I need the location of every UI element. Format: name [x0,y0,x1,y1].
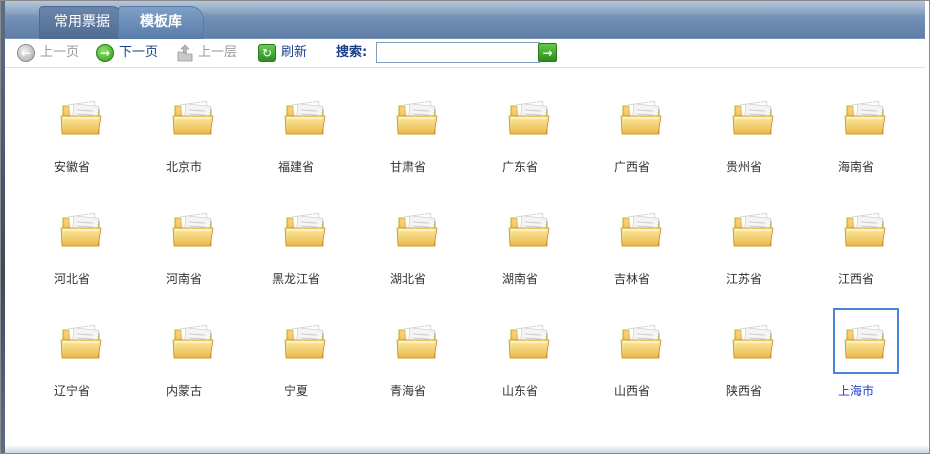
folder-icon [732,324,774,359]
folder-item[interactable]: 江西省 [800,192,912,304]
folder-item[interactable]: 江苏省 [688,192,800,304]
folder-item[interactable]: 甘肃省 [352,80,464,192]
folder-label: 河北省 [53,272,90,286]
folder-icon [60,212,102,247]
up-level-button[interactable]: 上一层 [176,42,237,64]
tab-bar: 常用票据 模板库 [5,1,925,40]
folder-label: 海南省 [837,160,874,174]
app-window: 常用票据 模板库 ← 上一页 → 下一页 上一层 ↻ 刷新 搜索: → 安徽省 … [0,0,930,454]
folder-label: 湖南省 [501,272,538,286]
folder-item[interactable]: 北京市 [128,80,240,192]
folder-icon [60,100,102,135]
folder-icon [172,212,214,247]
folder-icon [60,324,102,359]
folder-icon [396,100,438,135]
folder-icon [508,100,550,135]
folder-item[interactable]: 贵州省 [688,80,800,192]
folder-label: 宁夏 [283,384,308,398]
folder-icon [396,212,438,247]
folder-label: 福建省 [277,160,314,174]
folder-label: 河南省 [165,272,202,286]
folder-label: 上海市 [837,384,874,398]
next-page-label: 下一页 [119,45,159,60]
folder-icon [732,212,774,247]
arrow-left-icon: ← [17,44,35,62]
folder-item[interactable]: 青海省 [352,304,464,416]
folder-icon [844,324,886,359]
arrow-right-icon: → [96,44,114,62]
folder-item[interactable]: 广西省 [576,80,688,192]
next-page-button[interactable]: → 下一页 [96,42,158,64]
folder-item[interactable]: 内蒙古 [128,304,240,416]
folder-icon [284,212,326,247]
prev-page-label: 上一页 [40,45,80,60]
folder-icon [172,100,214,135]
folder-icon [620,100,662,135]
folder-label: 山东省 [501,384,538,398]
folder-item[interactable]: 吉林省 [576,192,688,304]
folder-label: 江西省 [837,272,874,286]
folder-item[interactable]: 辽宁省 [16,304,128,416]
folder-label: 山西省 [613,384,650,398]
folder-item[interactable]: 湖北省 [352,192,464,304]
folder-item[interactable]: 山西省 [576,304,688,416]
folder-icon [844,100,886,135]
folder-item[interactable]: 山东省 [464,304,576,416]
window-bottom-shadow [5,445,929,453]
folder-icon [172,324,214,359]
folder-label: 贵州省 [725,160,762,174]
refresh-label: 刷新 [281,45,308,60]
folder-icon [284,100,326,135]
folder-icon [396,324,438,359]
folder-item[interactable]: 湖南省 [464,192,576,304]
folder-label: 吉林省 [613,272,650,286]
folder-item[interactable]: 上海市 [800,304,912,416]
folder-item[interactable]: 福建省 [240,80,352,192]
folder-label: 辽宁省 [53,384,90,398]
folder-label: 安徽省 [53,160,90,174]
folder-icon [508,212,550,247]
folder-item[interactable]: 河北省 [16,192,128,304]
folder-icon [508,324,550,359]
folder-label: 甘肃省 [389,160,426,174]
search-go-button[interactable]: → [538,43,557,62]
folder-grid: 安徽省 北京市 福建省 甘肃省 广东省 广西省 贵州省 海南省河北省 河南省 黑龙江省 湖北省 湖南省… [5,68,925,444]
folder-item[interactable]: 海南省 [800,80,912,192]
folder-icon [284,324,326,359]
folder-label: 北京市 [165,160,202,174]
folder-label: 广东省 [501,160,538,174]
folder-item[interactable]: 宁夏 [240,304,352,416]
toolbar: ← 上一页 → 下一页 上一层 ↻ 刷新 搜索: → [5,39,925,68]
refresh-icon: ↻ [258,44,276,62]
tab-template-library[interactable]: 模板库 [118,6,204,40]
folder-label: 湖北省 [389,272,426,286]
search-input[interactable] [376,42,540,63]
prev-page-button[interactable]: ← 上一页 [17,42,79,64]
folder-icon [844,212,886,247]
up-level-label: 上一层 [198,45,238,60]
folder-label: 内蒙古 [165,384,202,398]
folder-icon [620,324,662,359]
folder-up-icon [177,44,193,62]
folder-item[interactable]: 安徽省 [16,80,128,192]
folder-label: 江苏省 [725,272,762,286]
refresh-button[interactable]: ↻ 刷新 [258,42,307,64]
folder-item[interactable]: 广东省 [464,80,576,192]
tab-common-receipts[interactable]: 常用票据 [39,6,125,40]
folder-item[interactable]: 陕西省 [688,304,800,416]
folder-item[interactable]: 黑龙江省 [240,192,352,304]
folder-item[interactable]: 河南省 [128,192,240,304]
search-label: 搜索: [336,45,368,60]
folder-label: 陕西省 [725,384,762,398]
folder-icon [620,212,662,247]
search-label-wrap: 搜索: [336,42,367,64]
folder-label: 广西省 [613,160,650,174]
arrow-right-icon: → [542,45,553,60]
folder-label: 黑龙江省 [271,272,320,286]
folder-label: 青海省 [389,384,426,398]
folder-icon [732,100,774,135]
